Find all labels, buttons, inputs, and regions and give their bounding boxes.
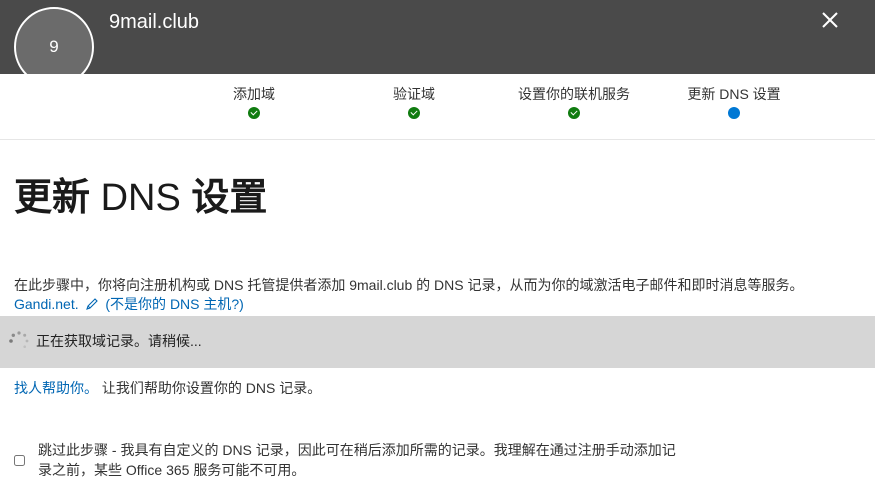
- provider-link[interactable]: Gandi.net.: [14, 296, 79, 312]
- get-help-link[interactable]: 找人帮助你。: [14, 380, 98, 396]
- page-title: 更新 DNS 设置: [14, 166, 267, 221]
- domain-title: 9mail.club: [109, 11, 200, 33]
- title-part: DNS: [90, 177, 192, 219]
- check-icon: [248, 107, 260, 119]
- step-update-dns: 更新 DNS 设置: [654, 84, 814, 119]
- help-line: 找人帮助你。 让我们帮助你设置你的 DNS 记录。: [14, 378, 321, 398]
- title-part: 设置: [191, 177, 268, 219]
- step-add-domain: 添加域: [174, 84, 334, 119]
- dns-provider-line: Gandi.net. (不是你的 DNS 主机?): [14, 294, 244, 314]
- progress-steps: 添加域 验证域 设置你的联机服务 更新 DNS 设置: [0, 74, 875, 140]
- check-icon: [408, 107, 420, 119]
- description-text: 在此步骤中，你将向注册机构或 DNS 托管提供者添加 9mail.club 的 …: [14, 277, 804, 293]
- step-label: 设置你的联机服务: [518, 86, 630, 102]
- step-label: 更新 DNS 设置: [687, 86, 781, 102]
- skip-step-label: 跳过此步骤 - 我具有自定义的 DNS 记录，因此可在稍后添加所需的记录。我理解…: [38, 440, 738, 480]
- check-icon: [568, 107, 580, 119]
- skip-line: 跳过此步骤 - 我具有自定义的 DNS 记录，因此可在稍后添加所需的记录。我理解…: [38, 442, 676, 458]
- current-step-icon: [728, 107, 740, 119]
- help-text: 让我们帮助你设置你的 DNS 记录。: [98, 380, 322, 396]
- spinner-icon: [9, 331, 29, 348]
- step-verify-domain: 验证域: [334, 84, 494, 119]
- edit-icon[interactable]: [85, 297, 99, 314]
- loading-text: 正在获取域记录。请稍候...: [36, 333, 202, 349]
- header-bar: 9 9mail.club: [0, 0, 875, 87]
- skip-step-checkbox[interactable]: [14, 455, 25, 466]
- close-icon: [822, 12, 838, 28]
- step-online-services: 设置你的联机服务: [494, 84, 654, 119]
- close-button[interactable]: [816, 6, 844, 34]
- title-part: 更新: [14, 177, 91, 219]
- step-label: 添加域: [233, 86, 275, 102]
- loading-banner: 正在获取域记录。请稍候...: [0, 316, 875, 368]
- not-your-host-link[interactable]: (不是你的 DNS 主机?): [105, 296, 243, 312]
- step-label: 验证域: [393, 86, 435, 102]
- skip-line: 录之前，某些 Office 365 服务可能不可用。: [38, 462, 306, 478]
